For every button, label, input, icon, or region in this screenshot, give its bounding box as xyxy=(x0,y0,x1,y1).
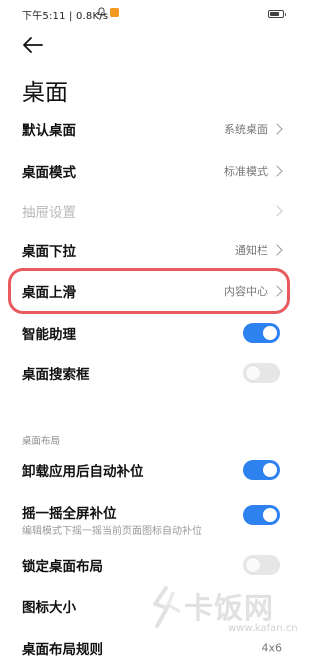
highlight-annotation xyxy=(8,268,290,314)
auto-fill-toggle[interactable] xyxy=(243,460,280,480)
row-default-desktop[interactable]: 默认桌面 系统桌面 xyxy=(0,111,300,147)
toggle-knob xyxy=(263,463,277,477)
row-value: 标准模式 xyxy=(224,165,268,178)
toggle-knob xyxy=(263,508,277,522)
battery-fill xyxy=(270,12,279,16)
row-desktop-search[interactable]: 桌面搜索框 xyxy=(0,355,300,391)
row-label: 智能助理 xyxy=(22,327,76,343)
row-label: 锁定桌面布局 xyxy=(22,559,103,575)
row-value: 4x6 xyxy=(261,641,282,655)
row-label: 桌面下拉 xyxy=(22,244,76,260)
bell-icon xyxy=(97,7,106,17)
row-label: 图标大小 xyxy=(22,600,76,616)
desktop-search-toggle[interactable] xyxy=(243,363,280,383)
row-desktop-pull-down[interactable]: 桌面下拉 通知栏 xyxy=(0,232,300,268)
row-drawer-settings: 抽屉设置 xyxy=(0,193,300,229)
toggle-knob xyxy=(246,366,260,380)
row-shake-fill[interactable]: 摇一摇全屏补位 编辑模式下摇一摇当前页面图标自动补位 xyxy=(0,493,300,537)
status-bar: 下午5:11 | 0.8K/s xyxy=(0,0,300,26)
row-label: 桌面搜索框 xyxy=(22,367,90,383)
row-label: 卸载应用后自动补位 xyxy=(22,464,144,480)
row-icon-size[interactable]: 图标大小 xyxy=(0,588,300,624)
app-notification-icon xyxy=(110,8,119,17)
row-value: 系统桌面 xyxy=(224,123,268,136)
status-time-speed: 下午5:11 | 0.8K/s xyxy=(22,11,109,22)
row-label: 默认桌面 xyxy=(22,123,76,139)
toggle-knob xyxy=(263,326,277,340)
smart-assistant-toggle[interactable] xyxy=(243,323,280,343)
chevron-right-icon xyxy=(271,123,283,135)
row-lock-layout[interactable]: 锁定桌面布局 xyxy=(0,547,300,583)
toggle-knob xyxy=(246,558,260,572)
section-header-layout: 桌面布局 xyxy=(22,436,61,447)
row-label: 抽屉设置 xyxy=(22,205,76,221)
row-layout-rules[interactable]: 桌面布局规则 4x6 xyxy=(0,630,300,666)
row-smart-assistant[interactable]: 智能助理 xyxy=(0,315,300,351)
chevron-right-icon xyxy=(271,205,283,217)
row-desktop-mode[interactable]: 桌面模式 标准模式 xyxy=(0,153,300,189)
lock-layout-toggle[interactable] xyxy=(243,555,280,575)
chevron-right-icon xyxy=(271,165,283,177)
row-label: 桌面模式 xyxy=(22,165,76,181)
shake-fill-toggle[interactable] xyxy=(243,505,280,525)
row-label: 桌面布局规则 xyxy=(22,642,103,658)
row-subtitle: 编辑模式下摇一摇当前页面图标自动补位 xyxy=(22,526,202,537)
chevron-right-icon xyxy=(271,244,283,256)
page-title: 桌面 xyxy=(22,80,68,106)
back-arrow-icon[interactable] xyxy=(22,36,44,54)
row-label: 摇一摇全屏补位 xyxy=(22,506,117,522)
battery-icon xyxy=(268,10,286,18)
row-value: 通知栏 xyxy=(235,244,268,257)
row-auto-fill-uninstall[interactable]: 卸载应用后自动补位 xyxy=(0,452,300,488)
